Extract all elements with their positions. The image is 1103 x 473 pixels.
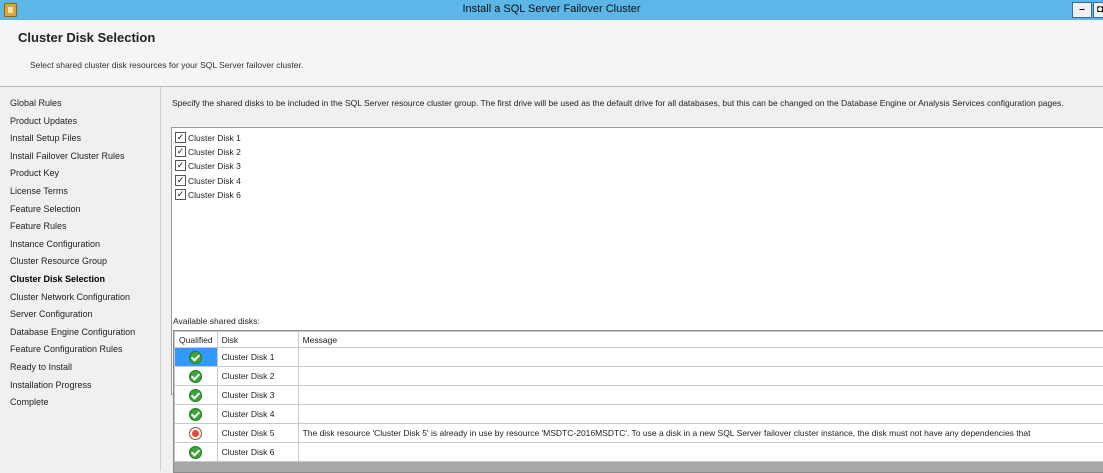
table-row[interactable]: Cluster Disk 4 — [175, 405, 1103, 424]
error-icon — [189, 427, 202, 440]
checkbox-checked[interactable]: ✓ — [175, 160, 186, 171]
disk-checkbox-item[interactable]: ✓Cluster Disk 2 — [175, 145, 241, 159]
available-disks-grid[interactable]: Qualified Disk Message Cluster Disk 1 Cl… — [173, 330, 1103, 473]
sidebar-item-feature-selection[interactable]: Feature Selection — [10, 204, 81, 214]
disk-checkbox-item[interactable]: ✓Cluster Disk 6 — [175, 188, 241, 202]
message-cell — [298, 443, 1103, 462]
qualified-cell — [175, 367, 218, 386]
window-title: Install a SQL Server Failover Cluster — [0, 3, 1103, 15]
sidebar-item-installation-progress[interactable]: Installation Progress — [10, 380, 92, 390]
main-content: Specify the shared disks to be included … — [161, 87, 1103, 471]
table-row[interactable]: Cluster Disk 1 — [175, 348, 1103, 367]
message-cell — [298, 367, 1103, 386]
page-subtitle: Select shared cluster disk resources for… — [30, 60, 303, 70]
sidebar-item-cluster-resource-group[interactable]: Cluster Resource Group — [10, 256, 107, 266]
sidebar-item-license-terms[interactable]: License Terms — [10, 186, 68, 196]
checkbox-checked[interactable]: ✓ — [175, 175, 186, 186]
page-title: Cluster Disk Selection — [18, 30, 155, 45]
checkbox-checked[interactable]: ✓ — [175, 146, 186, 157]
disk-label: Cluster Disk 1 — [188, 133, 241, 143]
disk-label: Cluster Disk 3 — [188, 161, 241, 171]
column-header-message[interactable]: Message — [298, 332, 1103, 348]
column-header-disk[interactable]: Disk — [217, 332, 298, 348]
sidebar-item-feature-configuration-rules[interactable]: Feature Configuration Rules — [10, 344, 123, 354]
sidebar-item-cluster-network-configuration[interactable]: Cluster Network Configuration — [10, 292, 130, 302]
sidebar-item-server-configuration[interactable]: Server Configuration — [10, 309, 93, 319]
sidebar-item-feature-rules[interactable]: Feature Rules — [10, 221, 67, 231]
message-cell: The disk resource 'Cluster Disk 5' is al… — [298, 424, 1103, 443]
disk-cell: Cluster Disk 1 — [217, 348, 298, 367]
qualified-cell — [175, 348, 218, 367]
wizard-steps-sidebar: Global Rules Product Updates Install Set… — [0, 87, 161, 471]
disk-cell: Cluster Disk 3 — [217, 386, 298, 405]
qualified-cell — [175, 405, 218, 424]
check-success-icon — [189, 408, 202, 421]
message-cell — [298, 386, 1103, 405]
sidebar-item-database-engine-configuration[interactable]: Database Engine Configuration — [10, 327, 135, 337]
disk-label: Cluster Disk 2 — [188, 147, 241, 157]
disk-cell: Cluster Disk 2 — [217, 367, 298, 386]
disk-cell: Cluster Disk 6 — [217, 443, 298, 462]
table-row[interactable]: Cluster Disk 3 — [175, 386, 1103, 405]
table-row[interactable]: Cluster Disk 6 — [175, 443, 1103, 462]
disk-checkbox-item[interactable]: ✓Cluster Disk 3 — [175, 159, 241, 173]
sidebar-item-ready-to-install[interactable]: Ready to Install — [10, 362, 72, 372]
check-success-icon — [189, 351, 202, 364]
sidebar-item-product-updates[interactable]: Product Updates — [10, 116, 77, 126]
instructions-text: Specify the shared disks to be included … — [172, 98, 1102, 109]
table-row[interactable]: Cluster Disk 5 The disk resource 'Cluste… — [175, 424, 1103, 443]
sidebar-item-instance-configuration[interactable]: Instance Configuration — [10, 239, 100, 249]
sidebar-item-cluster-disk-selection[interactable]: Cluster Disk Selection — [10, 274, 105, 284]
disk-cell: Cluster Disk 4 — [217, 405, 298, 424]
table-row[interactable]: Cluster Disk 2 — [175, 367, 1103, 386]
page-header: Cluster Disk Selection Select shared clu… — [0, 20, 1103, 87]
disk-cell: Cluster Disk 5 — [217, 424, 298, 443]
check-success-icon — [189, 446, 202, 459]
checkbox-checked[interactable]: ✓ — [175, 132, 186, 143]
qualified-cell — [175, 424, 218, 443]
check-success-icon — [189, 370, 202, 383]
sidebar-item-complete[interactable]: Complete — [10, 397, 49, 407]
disk-label: Cluster Disk 4 — [188, 176, 241, 186]
checkbox-checked[interactable]: ✓ — [175, 189, 186, 200]
disk-label: Cluster Disk 6 — [188, 190, 241, 200]
maximize-button[interactable]: ◘ — [1093, 2, 1103, 18]
grid-header-row: Qualified Disk Message — [175, 332, 1103, 348]
message-cell — [298, 405, 1103, 424]
title-bar: Install a SQL Server Failover Cluster – … — [0, 0, 1103, 20]
check-success-icon — [189, 389, 202, 402]
minimize-button[interactable]: – — [1072, 2, 1092, 18]
qualified-cell — [175, 443, 218, 462]
sidebar-item-install-failover-cluster-rules[interactable]: Install Failover Cluster Rules — [10, 151, 125, 161]
sidebar-item-global-rules[interactable]: Global Rules — [10, 98, 62, 108]
column-header-qualified[interactable]: Qualified — [175, 332, 218, 348]
sidebar-item-product-key[interactable]: Product Key — [10, 168, 59, 178]
available-disks-label: Available shared disks: — [173, 316, 260, 326]
disk-checkbox-item[interactable]: ✓Cluster Disk 1 — [175, 131, 241, 145]
message-cell — [298, 348, 1103, 367]
sidebar-item-install-setup-files[interactable]: Install Setup Files — [10, 133, 81, 143]
disk-checkbox-item[interactable]: ✓Cluster Disk 4 — [175, 174, 241, 188]
qualified-cell — [175, 386, 218, 405]
